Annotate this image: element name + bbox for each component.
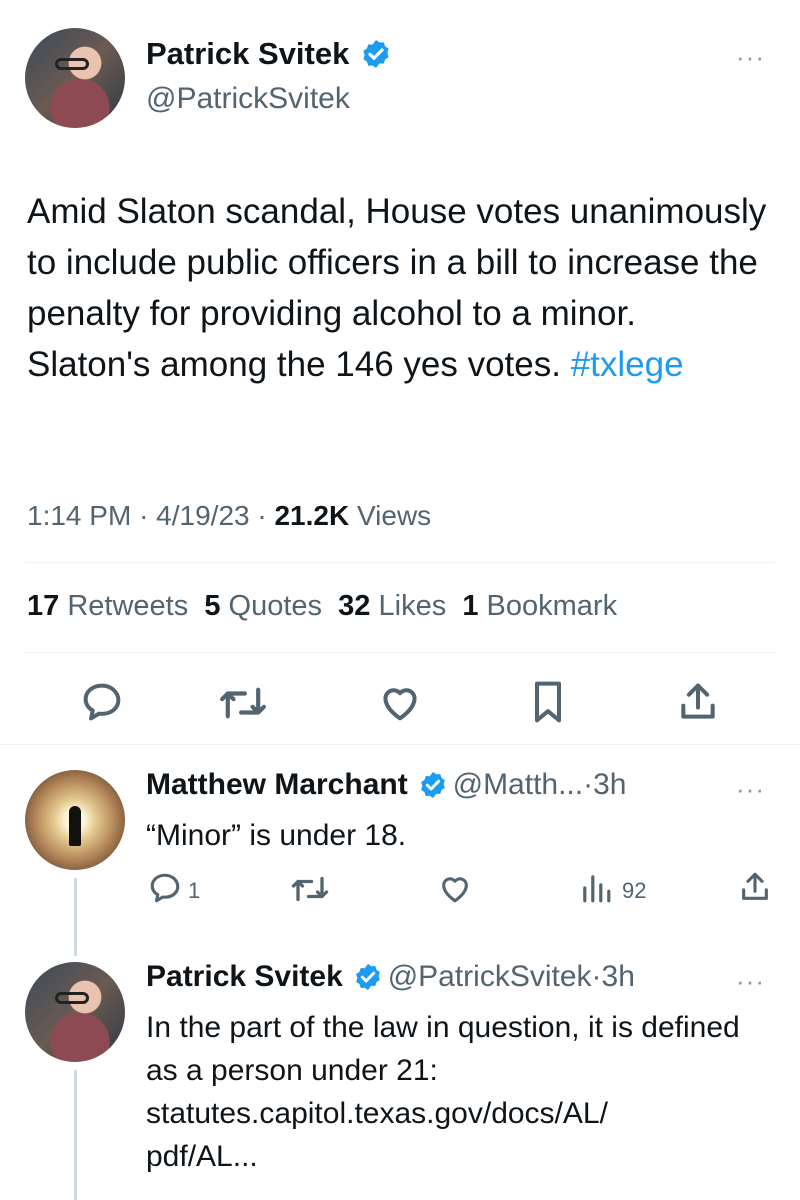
reply-icon[interactable] — [148, 872, 182, 904]
bookmarks-stat[interactable]: 1 Bookmark — [462, 590, 617, 622]
reply-avatar[interactable] — [25, 962, 125, 1062]
reply-icon[interactable] — [80, 682, 124, 722]
quotes-count: 5 — [204, 590, 221, 622]
bookmarks-count: 1 — [462, 590, 479, 622]
divider — [25, 562, 775, 563]
views-count: 92 — [622, 878, 647, 903]
likes-stat[interactable]: 32 Likes — [338, 590, 446, 622]
author-avatar[interactable] — [25, 28, 125, 128]
author-handle[interactable]: @PatrickSvitek — [146, 82, 350, 116]
verified-badge-icon — [418, 770, 448, 800]
tweet-date[interactable]: 4/19/23 — [156, 500, 249, 531]
more-icon[interactable]: ··· — [736, 774, 765, 805]
engagement-stats: 17 Retweets 5 Quotes 32 Likes 1 Bookmark — [27, 590, 617, 623]
bookmarks-label: Bookmark — [486, 590, 618, 622]
thread-line — [74, 1070, 77, 1200]
separator: · — [139, 500, 149, 531]
reply-header: Matthew Marchant @Matth...·3h — [146, 768, 626, 802]
reply-link[interactable]: statutes.capitol.texas.gov/docs/AL/ pdf/… — [146, 1092, 608, 1178]
reply-link-line[interactable]: pdf/AL... — [146, 1135, 608, 1178]
retweet-icon[interactable] — [290, 874, 330, 904]
like-icon[interactable] — [378, 682, 422, 722]
more-icon[interactable]: ··· — [736, 966, 765, 997]
reply-link-line[interactable]: statutes.capitol.texas.gov/docs/AL/ — [146, 1092, 608, 1135]
like-icon[interactable] — [438, 872, 472, 904]
author-name[interactable]: Patrick Svitek — [146, 36, 349, 71]
views-icon[interactable] — [580, 872, 612, 904]
reply-text: In the part of the law in question, it i… — [146, 1011, 740, 1087]
reply-header: Patrick Svitek @PatrickSvitek·3h — [146, 960, 635, 994]
divider — [25, 652, 775, 653]
retweets-count: 17 — [27, 590, 60, 622]
reply-time[interactable]: 3h — [602, 960, 635, 993]
reply-author-name[interactable]: Patrick Svitek — [146, 960, 343, 993]
retweet-icon[interactable] — [218, 684, 268, 722]
reply-text: “Minor” is under 18. — [146, 819, 407, 852]
retweets-stat[interactable]: 17 Retweets — [27, 590, 188, 622]
tweet-time[interactable]: 1:14 PM — [27, 500, 131, 531]
author-name-row[interactable]: Patrick Svitek — [146, 36, 392, 72]
reply-author-name[interactable]: Matthew Marchant — [146, 768, 408, 801]
verified-badge-icon — [360, 38, 392, 70]
tweet-text: Amid Slaton scandal, House votes unanimo… — [27, 186, 767, 390]
thread-line — [74, 878, 77, 956]
divider — [0, 744, 800, 745]
retweets-label: Retweets — [67, 590, 189, 622]
reply-avatar[interactable] — [25, 770, 125, 870]
bookmark-icon[interactable] — [528, 680, 568, 724]
views-label: Views — [356, 500, 432, 531]
reply-author-handle[interactable]: @Matth... — [453, 768, 584, 801]
share-icon[interactable] — [676, 680, 720, 724]
quotes-stat[interactable]: 5 Quotes — [204, 590, 322, 622]
views-count: 21.2K — [274, 500, 350, 531]
share-icon[interactable] — [738, 870, 772, 904]
likes-label: Likes — [378, 590, 447, 622]
verified-badge-icon — [353, 962, 383, 992]
reply-author-handle[interactable]: @PatrickSvitek — [388, 960, 592, 993]
separator: · — [583, 768, 594, 801]
separator: · — [591, 960, 602, 993]
reply-time[interactable]: 3h — [593, 768, 626, 801]
quotes-label: Quotes — [228, 590, 323, 622]
likes-count: 32 — [338, 590, 371, 622]
more-icon[interactable]: ··· — [736, 42, 765, 73]
reply-count: 1 — [188, 878, 201, 903]
hashtag-link[interactable]: #txlege — [571, 345, 684, 384]
tweet-meta: 1:14 PM · 4/19/23 · 21.2K Views — [27, 500, 431, 532]
separator: · — [257, 500, 267, 531]
